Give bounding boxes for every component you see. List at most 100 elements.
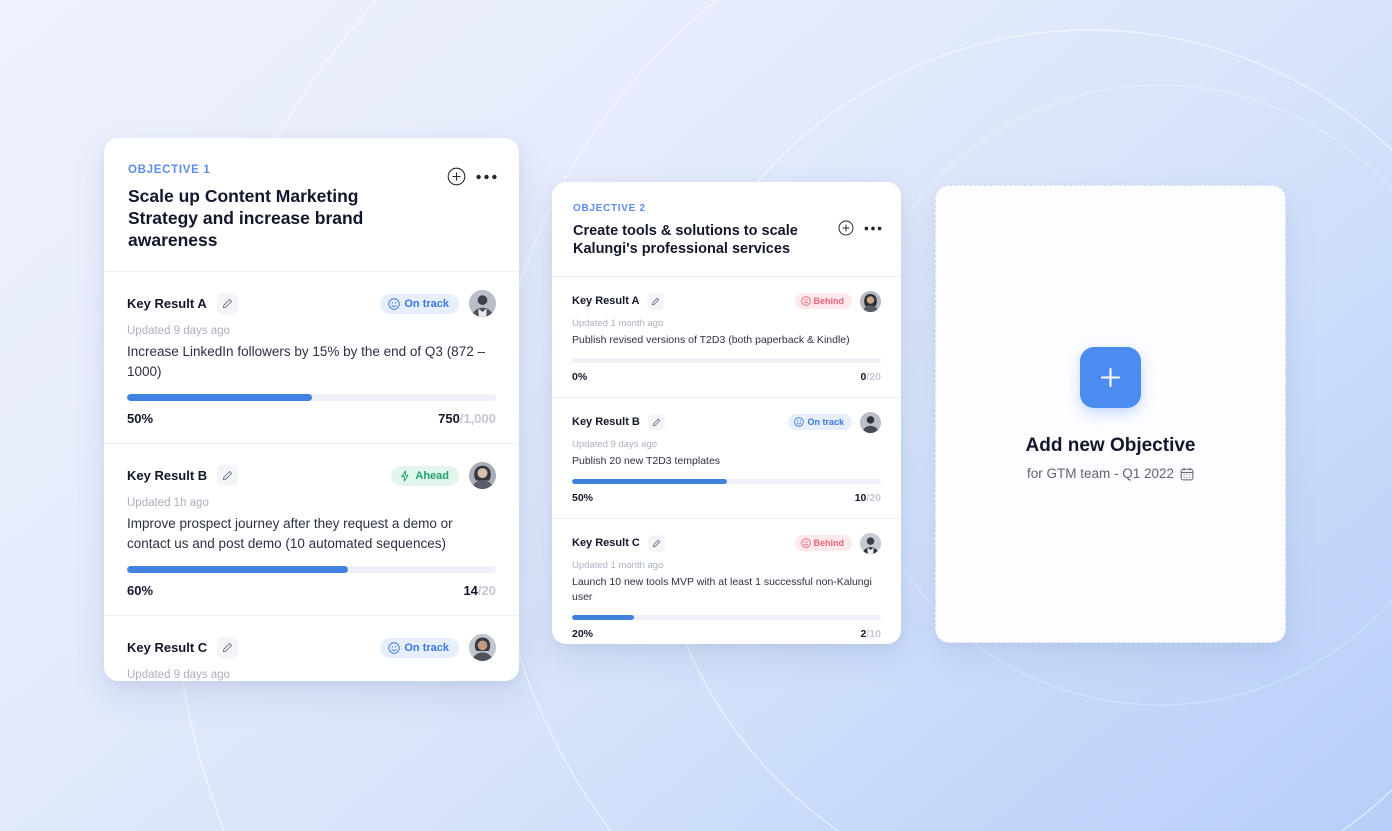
status-badge[interactable]: Behind (794, 293, 852, 310)
progress-target: /20 (866, 491, 881, 504)
avatar[interactable] (469, 634, 496, 662)
status-badge[interactable]: On track (380, 637, 459, 658)
key-result-top: Key Result B Ahead (127, 462, 496, 490)
avatar[interactable] (860, 411, 881, 433)
plus-circle-icon[interactable] (838, 220, 854, 236)
key-result-row[interactable]: Key Result A Behind Updated 1 month ago … (552, 277, 901, 398)
status-badge-label: Behind (813, 538, 845, 549)
progress-value: 0/20 (861, 371, 881, 383)
smiley-face-icon (388, 297, 401, 310)
progress-percent: 0% (572, 370, 588, 383)
progress-fill (127, 394, 312, 402)
key-result-updated: Updated 1 month ago (572, 559, 664, 571)
add-objective-subtitle: for GTM team - Q1 2022 (1027, 466, 1194, 481)
key-result-row[interactable]: Key Result C Behind Updated 1 month ago … (552, 519, 901, 644)
progress-value: 750/1,000 (438, 411, 496, 426)
more-horizontal-icon[interactable] (864, 226, 882, 231)
key-result-description: Improve prospect journey after they requ… (127, 516, 453, 551)
add-objective-subtitle-text: for GTM team - Q1 2022 (1026, 466, 1175, 481)
progress-current: 14 (463, 583, 478, 599)
plus-icon (1100, 367, 1121, 388)
objective-1-header-actions (447, 167, 497, 186)
status-badge-label: On track (404, 297, 449, 310)
key-result-label: Key Result A (127, 296, 207, 312)
board-stage: OBJECTIVE 1 Scale up Content Marketing S… (0, 0, 1392, 831)
key-result-footer: 50% 10/20 (572, 492, 881, 504)
key-result-row[interactable]: Key Result C On track Updated 9 days ago (104, 616, 519, 681)
key-result-description: Launch 10 new tools MVP with at least 1 … (572, 575, 872, 604)
pencil-icon[interactable] (647, 292, 665, 310)
key-result-top: Key Result C On track (127, 634, 496, 662)
progress-target: /20 (477, 583, 496, 599)
key-result-label: Key Result B (572, 416, 640, 429)
key-result-top: Key Result B On track (572, 411, 881, 433)
status-badge[interactable]: On track (380, 293, 459, 314)
pencil-icon[interactable] (647, 413, 665, 431)
key-result-label: Key Result C (572, 537, 640, 550)
progress-current: 10 (854, 491, 867, 504)
avatar[interactable] (469, 290, 496, 318)
pencil-icon[interactable] (217, 465, 239, 487)
status-badge[interactable]: Behind (794, 535, 852, 552)
progress-fill (572, 615, 634, 621)
key-result-updated: Updated 1h ago (127, 497, 209, 510)
objective-2-eyebrow: OBJECTIVE 2 (573, 203, 646, 214)
add-objective-button[interactable] (1080, 347, 1141, 408)
progress-percent: 50% (572, 491, 594, 504)
progress-percent: 20% (572, 628, 594, 641)
key-result-updated: Updated 9 days ago (127, 325, 230, 338)
pencil-icon[interactable] (217, 637, 239, 659)
more-horizontal-icon[interactable] (476, 174, 497, 180)
frowning-face-icon (800, 296, 811, 306)
key-result-footer: 0% 0/20 (572, 371, 881, 383)
objective-1-title: Scale up Content Marketing Strategy and … (128, 186, 364, 251)
status-badge-label: Behind (813, 296, 845, 307)
objective-1-header: OBJECTIVE 1 Scale up Content Marketing S… (104, 138, 519, 273)
key-result-row[interactable]: Key Result B On track Updated 9 days ago… (552, 398, 901, 519)
key-result-row[interactable]: Key Result A On track Updated 9 days ago… (104, 272, 519, 445)
objective-2-title: Create tools & solutions to scale Kalung… (573, 223, 798, 258)
progress-target: /10 (866, 628, 881, 641)
key-result-label: Key Result B (127, 468, 208, 484)
key-result-row[interactable]: Key Result B Ahead Updated 1h ago Improv… (104, 444, 519, 617)
status-badge-label: Ahead (415, 469, 449, 482)
key-result-updated: Updated 9 days ago (127, 669, 230, 681)
key-result-footer: 50% 750/1,000 (127, 411, 496, 426)
progress-bar (572, 357, 881, 363)
status-badge-label: On track (404, 641, 449, 654)
frowning-face-icon (800, 538, 811, 549)
key-result-description: Increase LinkedIn followers by 15% by th… (127, 344, 485, 379)
progress-bar (572, 615, 881, 621)
progress-bar (572, 478, 881, 484)
objective-1-eyebrow: OBJECTIVE 1 (128, 164, 211, 176)
pencil-icon[interactable] (647, 534, 665, 552)
key-result-updated: Updated 1 month ago (572, 317, 664, 329)
objective-card-2: OBJECTIVE 2 Create tools & solutions to … (552, 182, 901, 644)
key-result-top: Key Result A Behind (572, 290, 881, 312)
calendar-icon (1180, 467, 1194, 480)
objective-2-header: OBJECTIVE 2 Create tools & solutions to … (552, 182, 901, 277)
pencil-icon[interactable] (216, 293, 238, 315)
avatar[interactable] (469, 462, 496, 490)
progress-value: 10/20 (855, 492, 881, 504)
progress-value: 14/20 (463, 583, 496, 598)
avatar[interactable] (860, 290, 881, 312)
smiley-face-icon (794, 417, 805, 428)
add-objective-title: Add new Objective (1025, 435, 1196, 456)
key-result-updated: Updated 9 days ago (572, 438, 658, 450)
key-result-footer: 20% 2/10 (572, 628, 881, 640)
status-badge[interactable]: Ahead (391, 465, 459, 486)
progress-bar (127, 566, 496, 574)
key-result-description: Publish revised versions of T2D3 (both p… (572, 333, 850, 346)
progress-percent: 60% (127, 583, 154, 599)
objective-card-1: OBJECTIVE 1 Scale up Content Marketing S… (104, 138, 519, 681)
lightning-bolt-icon (401, 470, 409, 482)
avatar[interactable] (860, 532, 881, 554)
progress-target: /20 (866, 370, 881, 383)
status-badge-label: On track (807, 417, 844, 428)
add-new-objective-card[interactable]: Add new Objective for GTM team - Q1 2022 (935, 185, 1286, 643)
plus-circle-icon[interactable] (447, 167, 466, 186)
progress-bar (127, 394, 496, 402)
status-badge[interactable]: On track (788, 414, 852, 431)
progress-value: 2/10 (861, 628, 881, 640)
